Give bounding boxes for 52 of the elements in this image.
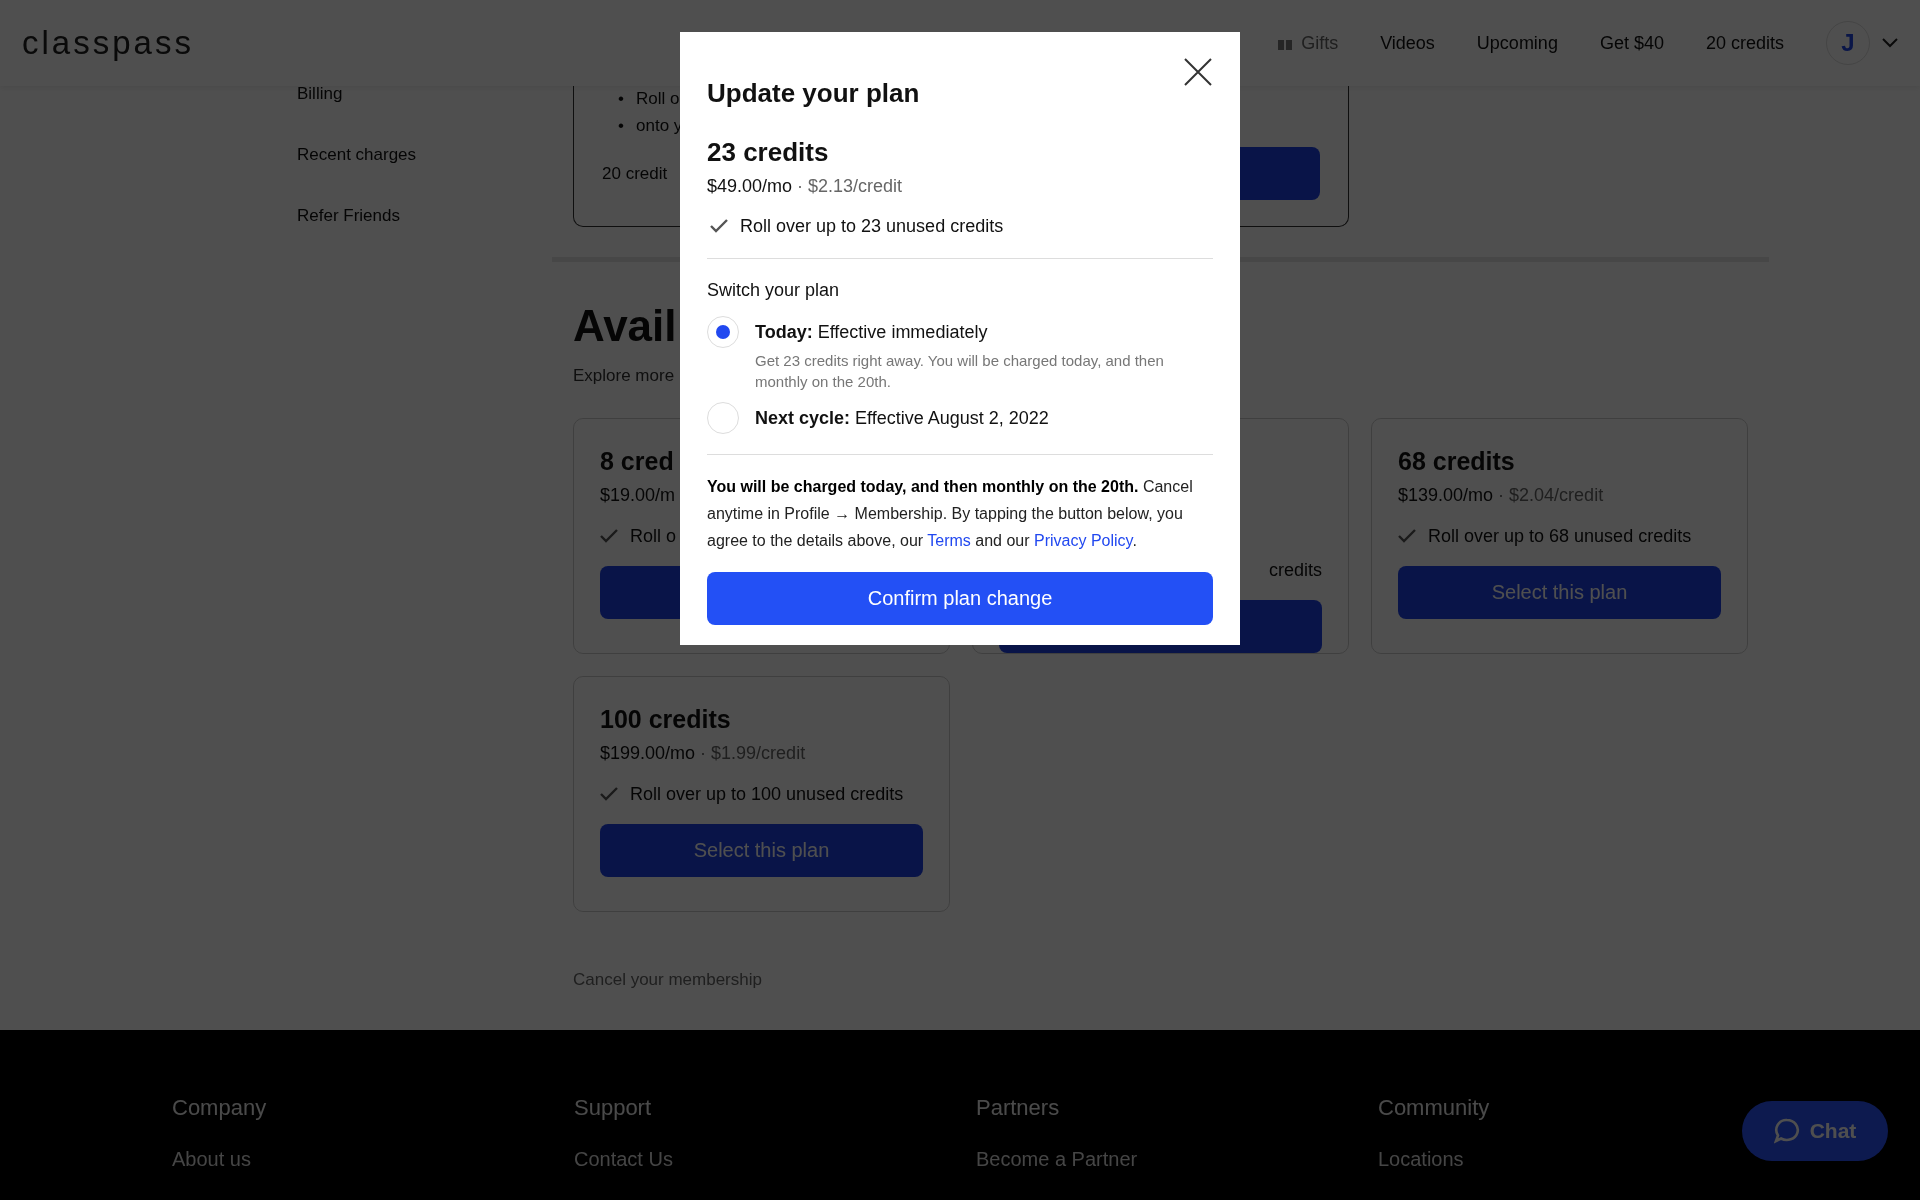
option-label[interactable]: Next cycle: Effective August 2, 2022	[755, 402, 1049, 434]
confirm-button[interactable]: Confirm plan change	[707, 572, 1213, 625]
plan-title: 8 cred	[600, 446, 674, 478]
nav-link[interactable]: Get $40	[1599, 32, 1664, 54]
footer-link[interactable]: Locations	[1378, 1146, 1464, 1173]
footer-heading: Partners	[976, 1094, 1061, 1123]
footer-heading: Support	[574, 1094, 653, 1123]
terms-link[interactable]: Terms	[927, 532, 971, 549]
footer-heading: Community	[1378, 1094, 1491, 1123]
plan-feature: Roll o	[630, 525, 677, 549]
dialog-title: Update your plan	[707, 77, 921, 109]
footer-heading: Company	[172, 1094, 268, 1123]
notice-text: You will be charged today, and then monthly on the 20th. Cancel anytime in Profile → Membership. By tapping the button below, you agree to the details above, our Terms and our Privacy Policy.	[707, 477, 1194, 551]
section-subtitle: Explore more	[573, 366, 675, 387]
privacy-policy-link[interactable]: Privacy Policy	[1034, 532, 1133, 549]
plan-price: $49.00/mo · $2.13/credit	[707, 175, 904, 198]
nav-link[interactable]: 20 credits	[1705, 32, 1784, 54]
nav-link[interactable]: Videos	[1380, 32, 1435, 54]
check-icon	[600, 529, 618, 544]
footer-link[interactable]: About us	[172, 1146, 251, 1173]
option-label[interactable]: Today: Effective immediately	[755, 316, 1195, 348]
check-icon	[1398, 529, 1416, 544]
plan-title: 100 credits	[600, 704, 731, 736]
section-label: Switch your plan	[707, 279, 841, 302]
plan-feature: Roll o	[636, 89, 680, 109]
select-plan-button[interactable]: Select this plan	[600, 824, 923, 878]
logo[interactable]: classpass	[22, 24, 194, 62]
select-plan-button[interactable]: Select this plan	[1398, 566, 1721, 620]
plan-feature: Roll over up to 68 unused credits	[1428, 525, 1692, 549]
sidebar-link[interactable]: Refer Friends	[297, 205, 400, 228]
list-bullet: •	[618, 115, 624, 138]
option-description: Get 23 credits right away. You will be charged today, and then monthly on the 20th.	[755, 351, 1165, 392]
plan-title: 68 credits	[1398, 446, 1515, 478]
radio-button[interactable]	[707, 316, 739, 348]
footer-link[interactable]: Contact Us	[574, 1146, 673, 1173]
plan-credits: 20 credit	[602, 163, 668, 184]
sidebar-link[interactable]: Recent charges	[297, 144, 417, 167]
chat-button[interactable]: Chat	[1742, 1101, 1888, 1162]
footer-link[interactable]: Become a Partner	[976, 1146, 1138, 1173]
radio-button[interactable]	[707, 402, 739, 434]
sidebar-link[interactable]: Billing	[297, 83, 343, 106]
check-icon	[710, 219, 728, 233]
section-heading: Avail	[573, 300, 677, 353]
check-icon	[600, 787, 618, 802]
list-bullet: •	[618, 88, 624, 111]
plan-feature: Roll over up to 23 unused credits	[740, 215, 1004, 238]
plan-title: 23 credits	[707, 136, 830, 168]
plan-feature: Roll over up to 100 unused credits	[630, 783, 904, 807]
nav-link[interactable]: Upcoming	[1476, 32, 1558, 54]
chat-bubble-icon	[1773, 1118, 1800, 1145]
plan-feature: credits	[1269, 559, 1322, 583]
plan-price: $19.00/m	[600, 484, 676, 508]
